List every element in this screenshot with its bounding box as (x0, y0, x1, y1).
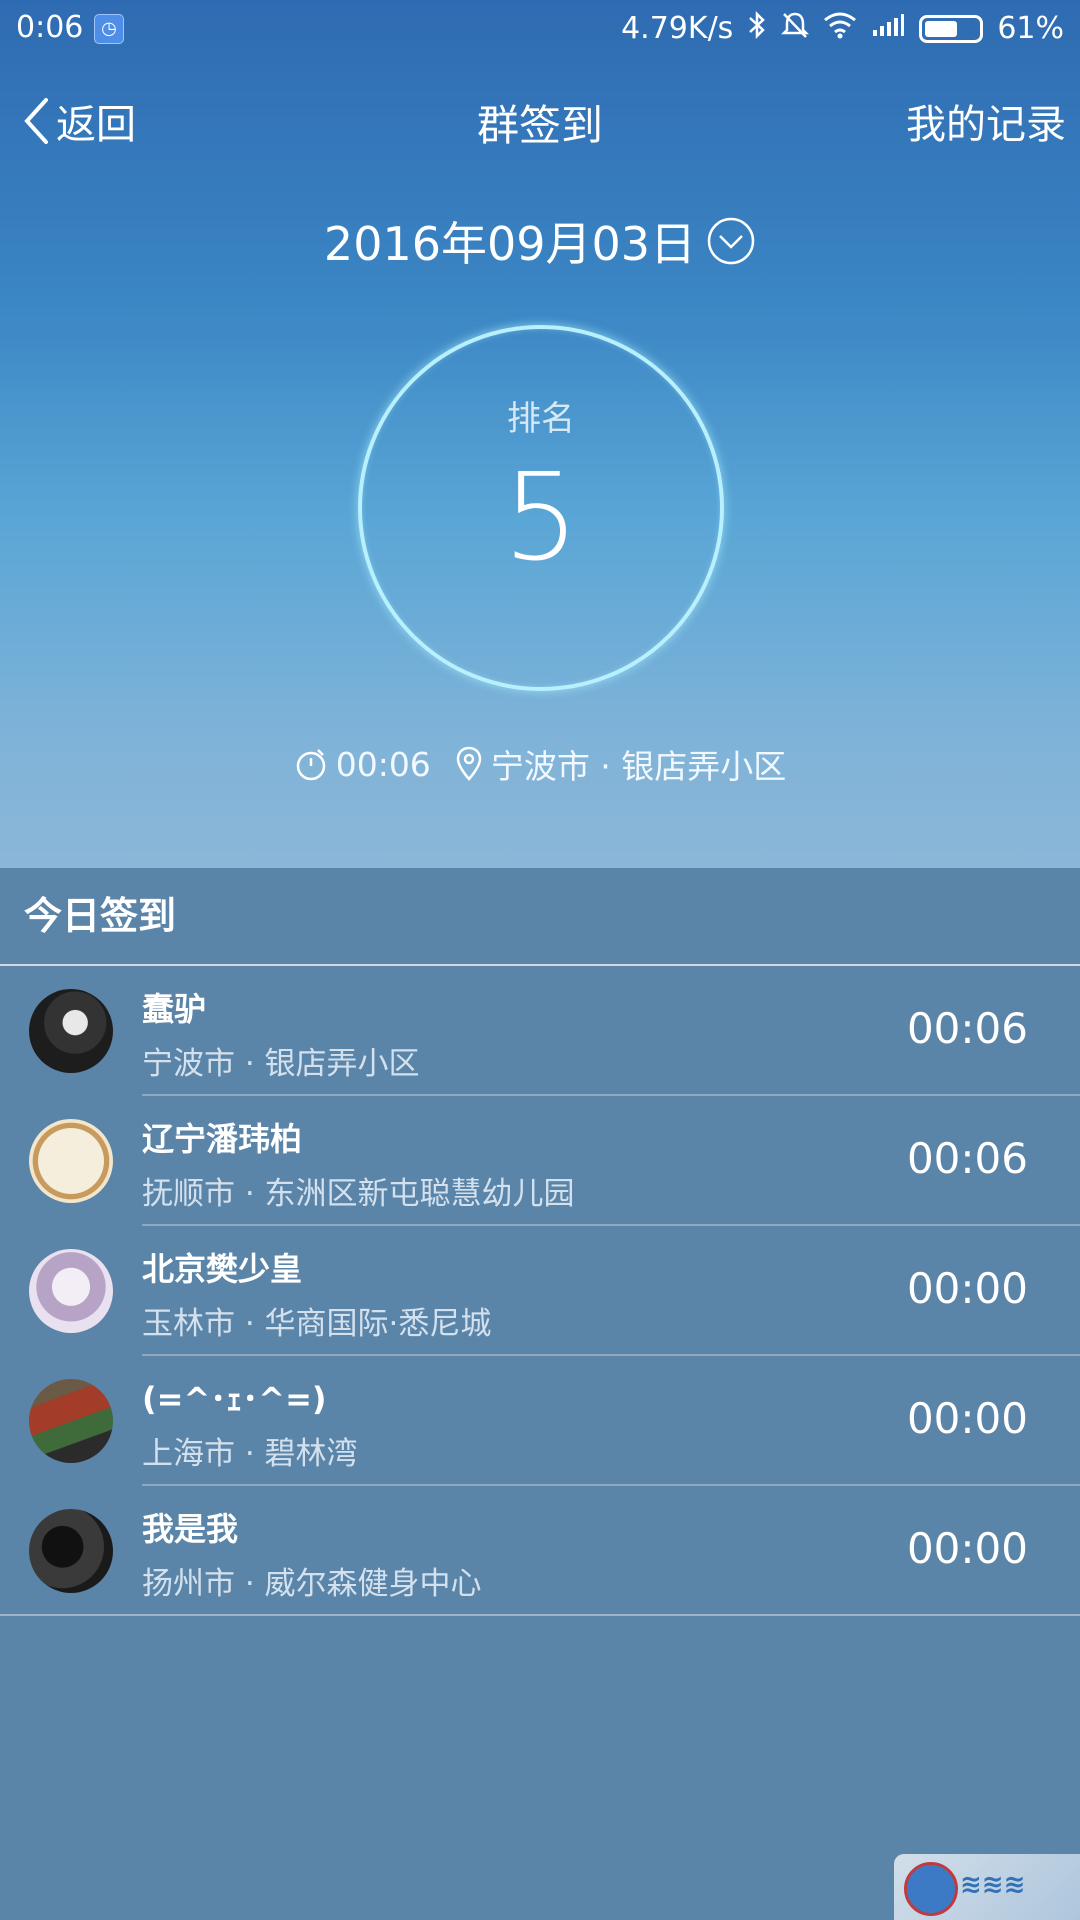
bluetooth-icon (747, 10, 767, 47)
member-name: 我是我 (142, 1510, 239, 1548)
member-name: (=^･ｪ･^=) (142, 1380, 327, 1418)
checkin-time-text: 00:06 (335, 744, 431, 784)
battery-fill (925, 20, 958, 37)
status-time: 0:06 (16, 10, 84, 45)
avatar[interactable] (29, 1509, 113, 1593)
stopwatch-icon (296, 749, 325, 781)
checkin-time-value: 00:00 (906, 1394, 1028, 1443)
list-item[interactable]: 我是我 扬州市 · 威尔森健身中心 00:00 (0, 1486, 1080, 1616)
network-speed: 4.79K/s (621, 11, 734, 46)
avatar[interactable] (29, 989, 113, 1073)
list-item[interactable]: 辽宁潘玮柏 抚顺市 · 东洲区新屯聪慧幼儿园 00:06 (0, 1096, 1080, 1226)
checkin-location-text: 宁波市 · 银店弄小区 (490, 747, 787, 786)
list-heading: 今日签到 (0, 868, 1080, 966)
member-name: 蠢驴 (142, 990, 207, 1028)
list-item[interactable]: (=^･ｪ･^=) 上海市 · 碧林湾 00:00 (0, 1356, 1080, 1486)
member-location: 扬州市 · 威尔森健身中心 (142, 1566, 482, 1602)
location-pin-icon (456, 746, 482, 781)
signal-icon (871, 12, 905, 45)
checkin-time: 00:06 (294, 745, 431, 784)
list-item[interactable]: 蠢驴 宁波市 · 银店弄小区 00:06 (0, 966, 1080, 1096)
watermark-text: ≋≋≋ (960, 1870, 1026, 1900)
member-location: 上海市 · 碧林湾 (142, 1436, 358, 1472)
watermark-logo: ≋≋≋ (894, 1854, 1080, 1920)
member-name: 辽宁潘玮柏 (142, 1120, 303, 1158)
member-location: 玉林市 · 华商国际·悉尼城 (142, 1306, 492, 1342)
date-selector[interactable]: 2016年09月03日 (0, 208, 1080, 274)
checkin-time-value: 00:00 (906, 1264, 1028, 1313)
date-label: 2016年09月03日 (323, 217, 697, 271)
today-checkin-list: 今日签到 蠢驴 宁波市 · 银店弄小区 00:06 辽宁潘玮柏 抚顺市 · 东洲… (0, 868, 1080, 1616)
checkin-time-value: 00:06 (906, 1134, 1028, 1183)
watermark-emblem (904, 1862, 958, 1916)
battery-percent: 61% (997, 11, 1064, 46)
member-location: 抚顺市 · 东洲区新屯聪慧幼儿园 (142, 1176, 575, 1212)
status-right: 4.79K/s 61% (621, 10, 1064, 47)
my-records-link[interactable]: 我的记录 (906, 92, 1066, 150)
member-location: 宁波市 · 银店弄小区 (142, 1046, 420, 1082)
app-icon: ◷ (94, 14, 124, 44)
checkin-time-value: 00:06 (906, 1004, 1028, 1053)
avatar[interactable] (29, 1249, 113, 1333)
list-item[interactable]: 北京樊少皇 玉林市 · 华商国际·悉尼城 00:00 (0, 1226, 1080, 1356)
rank-value: 5 (502, 449, 580, 588)
member-name: 北京樊少皇 (142, 1250, 303, 1288)
checkin-info: 00:06 宁波市 · 银店弄小区 (0, 740, 1080, 788)
battery-icon (919, 14, 984, 43)
divider (0, 1614, 1080, 1616)
chevron-down-circle-icon[interactable] (706, 216, 756, 266)
avatar[interactable] (29, 1379, 113, 1463)
checkin-time-value: 00:00 (906, 1524, 1028, 1573)
nav-bar: 返回 群签到 我的记录 (0, 86, 1080, 150)
avatar[interactable] (29, 1119, 113, 1203)
rank-circle: 排名 5 (358, 325, 724, 691)
status-bar: 0:06 ◷ 4.79K/s 61% (0, 0, 1080, 56)
wifi-icon (823, 11, 857, 46)
rank-label: 排名 (507, 399, 575, 439)
silent-bell-icon (781, 10, 810, 47)
checkin-location: 宁波市 · 银店弄小区 (455, 740, 786, 788)
